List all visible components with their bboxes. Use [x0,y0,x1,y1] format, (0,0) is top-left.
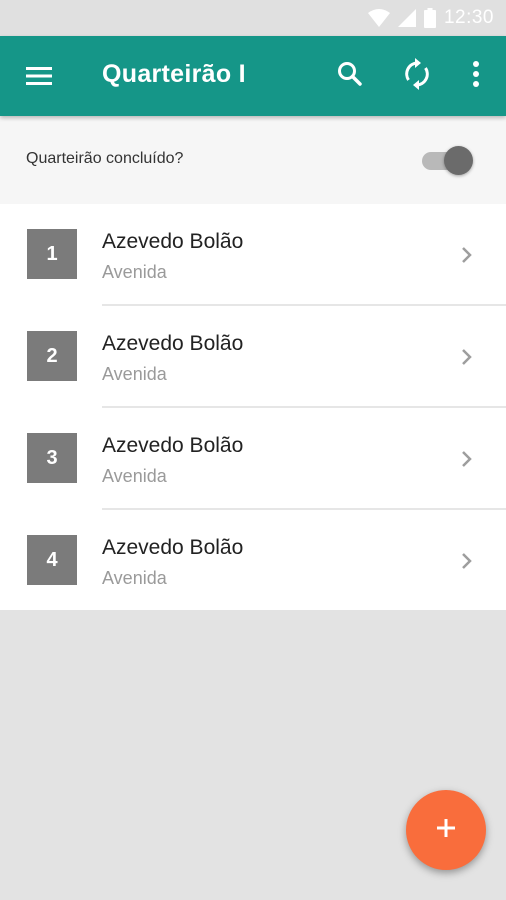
list-item[interactable]: 1 Azevedo Bolão Avenida [0,204,506,306]
block-complete-switch[interactable] [420,146,476,176]
menu-icon [24,67,56,94]
item-number-badge: 2 [27,331,77,381]
chevron-right-icon [458,550,476,572]
item-subtitle: Avenida [102,364,167,384]
block-complete-label: Quarteirão concluído? [26,150,184,167]
add-fab-button[interactable] [406,790,486,870]
page-title: Quarteirão I [102,60,246,88]
wifi-icon [367,9,390,27]
sync-icon [402,57,432,95]
list-item[interactable]: 2 Azevedo Bolão Avenida [0,306,506,408]
more-options-button[interactable] [458,58,494,94]
status-clock: 12:30 [443,7,494,28]
switch-thumb [444,146,473,175]
item-number-badge: 3 [27,433,77,483]
status-bar: 12:30 [0,0,506,36]
item-title: Azevedo Bolão [102,332,244,355]
chevron-right-icon [458,346,476,368]
sync-button[interactable] [399,57,435,95]
app-bar: Quarteirão I [0,36,506,116]
chevron-right-icon [458,244,476,266]
item-number-badge: 1 [27,229,77,279]
item-subtitle: Avenida [102,568,167,588]
item-title: Azevedo Bolão [102,434,244,457]
menu-button[interactable] [24,62,56,90]
item-title: Azevedo Bolão [102,230,244,253]
chevron-right-icon [458,448,476,470]
battery-icon [423,8,436,28]
cell-signal-icon [397,9,416,27]
list-item[interactable]: 4 Azevedo Bolão Avenida [0,510,506,612]
more-vert-icon [472,60,480,93]
add-icon [434,816,458,845]
search-icon [335,59,365,94]
street-list: 1 Azevedo Bolão Avenida 2 Azevedo Bolão … [0,204,506,610]
list-item[interactable]: 3 Azevedo Bolão Avenida [0,408,506,510]
item-subtitle: Avenida [102,262,167,282]
item-title: Azevedo Bolão [102,536,244,559]
item-number-badge: 4 [27,535,77,585]
search-button[interactable] [332,58,368,94]
item-subtitle: Avenida [102,466,167,486]
